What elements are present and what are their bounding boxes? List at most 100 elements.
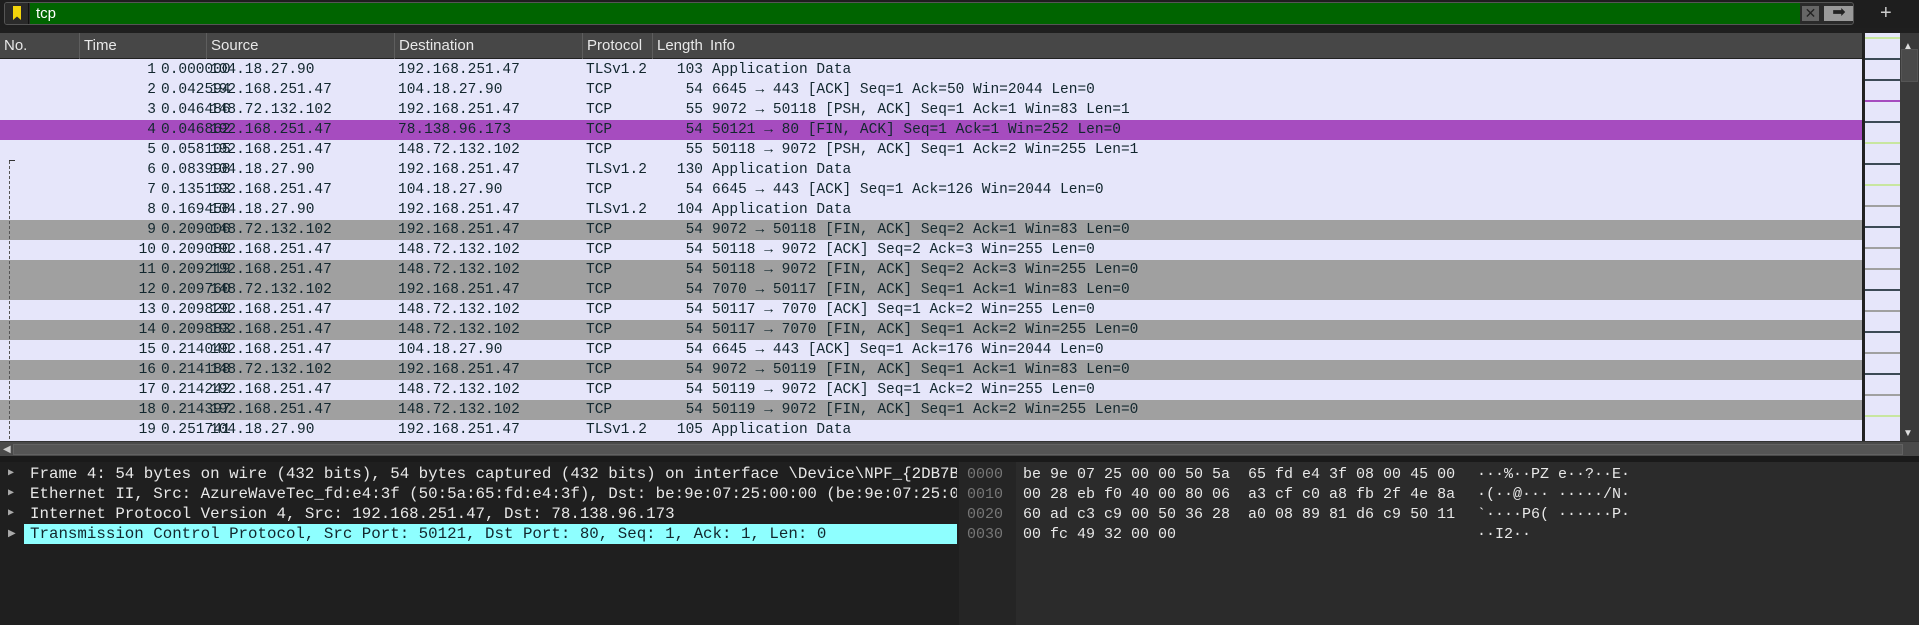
packet-protocol: TLSv1.2	[586, 162, 647, 178]
packet-no: 2	[147, 82, 156, 98]
packet-minimap[interactable]	[1863, 33, 1900, 441]
hex-bytes[interactable]: 00 28 eb f0 40 00 80 06 a3 cf c0 a8 fb 2…	[1023, 485, 1455, 505]
packet-row[interactable]: 6 0.083998 104.18.27.90 192.168.251.47 TLSv1…	[0, 160, 1862, 180]
byte-offset: 0030	[967, 526, 1004, 543]
packet-no: 17	[138, 382, 156, 398]
packet-row[interactable]: 8 0.169458 104.18.27.90 192.168.251.47 TLSv1…	[0, 200, 1862, 220]
expand-arrow-icon[interactable]: ▶	[8, 484, 14, 504]
packet-destination: 192.168.251.47	[398, 62, 520, 78]
packet-row[interactable]: 13 0.209820 192.168.251.47 148.72.132.102 TC…	[0, 300, 1862, 320]
expand-arrow-icon[interactable]: ▶	[8, 524, 16, 544]
detail-text: Ethernet II, Src: AzureWaveTec_fd:e4:3f …	[30, 485, 957, 503]
column-header-info[interactable]: Info	[706, 33, 735, 59]
packet-source: 192.168.251.47	[210, 242, 332, 258]
ascii-bytes[interactable]: ·(··@··· ·····/N·	[1477, 485, 1630, 505]
ascii-bytes[interactable]: `····P6( ······P·	[1477, 505, 1630, 525]
detail-tree-item[interactable]: Transmission Control Protocol, Src Port:…	[24, 524, 957, 544]
ascii-bytes[interactable]: ··I2··	[1477, 525, 1531, 545]
packet-protocol: TCP	[586, 362, 613, 378]
column-header-time[interactable]: Time	[80, 33, 207, 59]
packet-length: 54	[685, 382, 703, 398]
hex-bytes[interactable]: be 9e 07 25 00 00 50 5a 65 fd e4 3f 08 0…	[1023, 465, 1455, 485]
packet-row[interactable]: 18 0.214397 192.168.251.47 148.72.132.102 TC…	[0, 400, 1862, 420]
column-header-length[interactable]: Length	[653, 33, 709, 59]
detail-tree-item[interactable]: ▶ Internet Protocol Version 4, Src: 192.1…	[0, 504, 957, 524]
detail-tree-item[interactable]: ▶ Frame 4: 54 bytes on wire (432 bits), 5…	[0, 464, 957, 484]
display-filter-input[interactable]	[30, 3, 1800, 24]
packet-row[interactable]: 1 0.000000 104.18.27.90 192.168.251.47 TLSv1…	[0, 60, 1862, 80]
packet-protocol: TLSv1.2	[586, 202, 647, 218]
packet-no: 16	[138, 362, 156, 378]
packet-row[interactable]: 12 0.209760 148.72.132.102 192.168.251.47 TC…	[0, 280, 1862, 300]
packet-row[interactable]: 16 0.214188 148.72.132.102 192.168.251.47 TC…	[0, 360, 1862, 380]
packet-source: 192.168.251.47	[210, 382, 332, 398]
column-header-destination[interactable]: Destination	[395, 33, 583, 59]
byte-offset: 0020	[967, 506, 1004, 523]
packet-destination: 192.168.251.47	[398, 202, 520, 218]
packet-row[interactable]: 3 0.046486 148.72.132.102 192.168.251.47 TCP…	[0, 100, 1862, 120]
packet-destination: 192.168.251.47	[398, 162, 520, 178]
packet-row[interactable]: 2 0.042594 192.168.251.47 104.18.27.90 TCP 54…	[0, 80, 1862, 100]
apply-filter-button[interactable]: ➡	[1824, 5, 1853, 21]
packet-destination: 104.18.27.90	[398, 82, 503, 98]
add-filter-button[interactable]: +	[1880, 2, 1892, 24]
detail-tree-item[interactable]: ▶ Ethernet II, Src: AzureWaveTec_fd:e4:3f…	[0, 484, 957, 504]
packet-row[interactable]: 5 0.058105 192.168.251.47 148.72.132.102 TCP…	[0, 140, 1862, 160]
packet-length: 54	[685, 82, 703, 98]
packet-length: 54	[685, 122, 703, 138]
packet-row[interactable]: 19 0.251741 104.18.27.90 192.168.251.47 TLSv…	[0, 420, 1862, 440]
packet-info: 6645 → 443 [ACK] Seq=1 Ack=126 Win=2044 …	[712, 182, 1104, 198]
vertical-scrollbar[interactable]: ▲ ▼	[1900, 33, 1919, 441]
clear-filter-button[interactable]: ✕	[1802, 6, 1819, 21]
column-header-no[interactable]: No.	[0, 33, 80, 59]
packet-length: 130	[676, 162, 703, 178]
scroll-left-icon[interactable]: ◀	[3, 442, 11, 457]
packet-row[interactable]: 10 0.209080 192.168.251.47 148.72.132.102 TC…	[0, 240, 1862, 260]
packet-no: 3	[147, 102, 156, 118]
packet-protocol: TCP	[586, 82, 613, 98]
packet-no: 7	[147, 182, 156, 198]
packet-info: 50117 → 7070 [ACK] Seq=1 Ack=2 Win=255 L…	[712, 302, 1095, 318]
scroll-down-icon[interactable]: ▼	[1903, 428, 1913, 439]
packet-destination: 148.72.132.102	[398, 322, 520, 338]
expand-arrow-icon[interactable]: ▶	[8, 504, 14, 524]
packet-row[interactable]: 9 0.209006 148.72.132.102 192.168.251.47 TCP…	[0, 220, 1862, 240]
packet-protocol: TCP	[586, 142, 613, 158]
packet-length: 55	[685, 142, 703, 158]
bookmark-icon[interactable]	[5, 3, 29, 24]
horizontal-scrollbar[interactable]: ◀	[0, 441, 1919, 456]
minimap-mark	[1865, 79, 1900, 81]
horizontal-scrollbar-thumb[interactable]	[13, 444, 1903, 455]
minimap-mark	[1865, 289, 1900, 291]
packet-source: 192.168.251.47	[210, 82, 332, 98]
hex-bytes[interactable]: 00 fc 49 32 00 00	[1023, 525, 1176, 545]
column-header-protocol[interactable]: Protocol	[583, 33, 653, 59]
minimap-mark	[1865, 226, 1900, 228]
packet-info: 50121 → 80 [FIN, ACK] Seq=1 Ack=1 Win=25…	[712, 122, 1121, 138]
packet-source: 192.168.251.47	[210, 182, 332, 198]
packet-length: 54	[685, 242, 703, 258]
packet-length: 55	[685, 102, 703, 118]
packet-protocol: TCP	[586, 382, 613, 398]
packet-length: 54	[685, 362, 703, 378]
column-header-source[interactable]: Source	[207, 33, 395, 59]
packet-row[interactable]: 4 0.046862 192.168.251.47 78.138.96.173 TCP 5…	[0, 120, 1862, 140]
packet-protocol: TCP	[586, 402, 613, 418]
packet-destination: 104.18.27.90	[398, 342, 503, 358]
hex-bytes[interactable]: 60 ad c3 c9 00 50 36 28 a0 08 89 81 d6 c…	[1023, 505, 1455, 525]
scrollbar-thumb[interactable]	[1901, 49, 1918, 82]
packet-no: 8	[147, 202, 156, 218]
packet-row[interactable]: 15 0.214040 192.168.251.47 104.18.27.90 TCP 5…	[0, 340, 1862, 360]
packet-info: 50118 → 9072 [PSH, ACK] Seq=1 Ack=2 Win=…	[712, 142, 1139, 158]
packet-no: 12	[138, 282, 156, 298]
packet-destination: 148.72.132.102	[398, 242, 520, 258]
ascii-bytes[interactable]: ···%··PZ e··?··E·	[1477, 465, 1630, 485]
expand-arrow-icon[interactable]: ▶	[8, 464, 14, 484]
minimap-mark	[1865, 247, 1900, 249]
packet-source: 104.18.27.90	[210, 422, 315, 438]
packet-row[interactable]: 11 0.209219 192.168.251.47 148.72.132.102 TC…	[0, 260, 1862, 280]
packet-row[interactable]: 7 0.135103 192.168.251.47 104.18.27.90 TCP 54…	[0, 180, 1862, 200]
packet-row[interactable]: 17 0.214242 192.168.251.47 148.72.132.102 TC…	[0, 380, 1862, 400]
packet-row[interactable]: 14 0.209883 192.168.251.47 148.72.132.102 TC…	[0, 320, 1862, 340]
packet-info: Application Data	[712, 422, 852, 438]
